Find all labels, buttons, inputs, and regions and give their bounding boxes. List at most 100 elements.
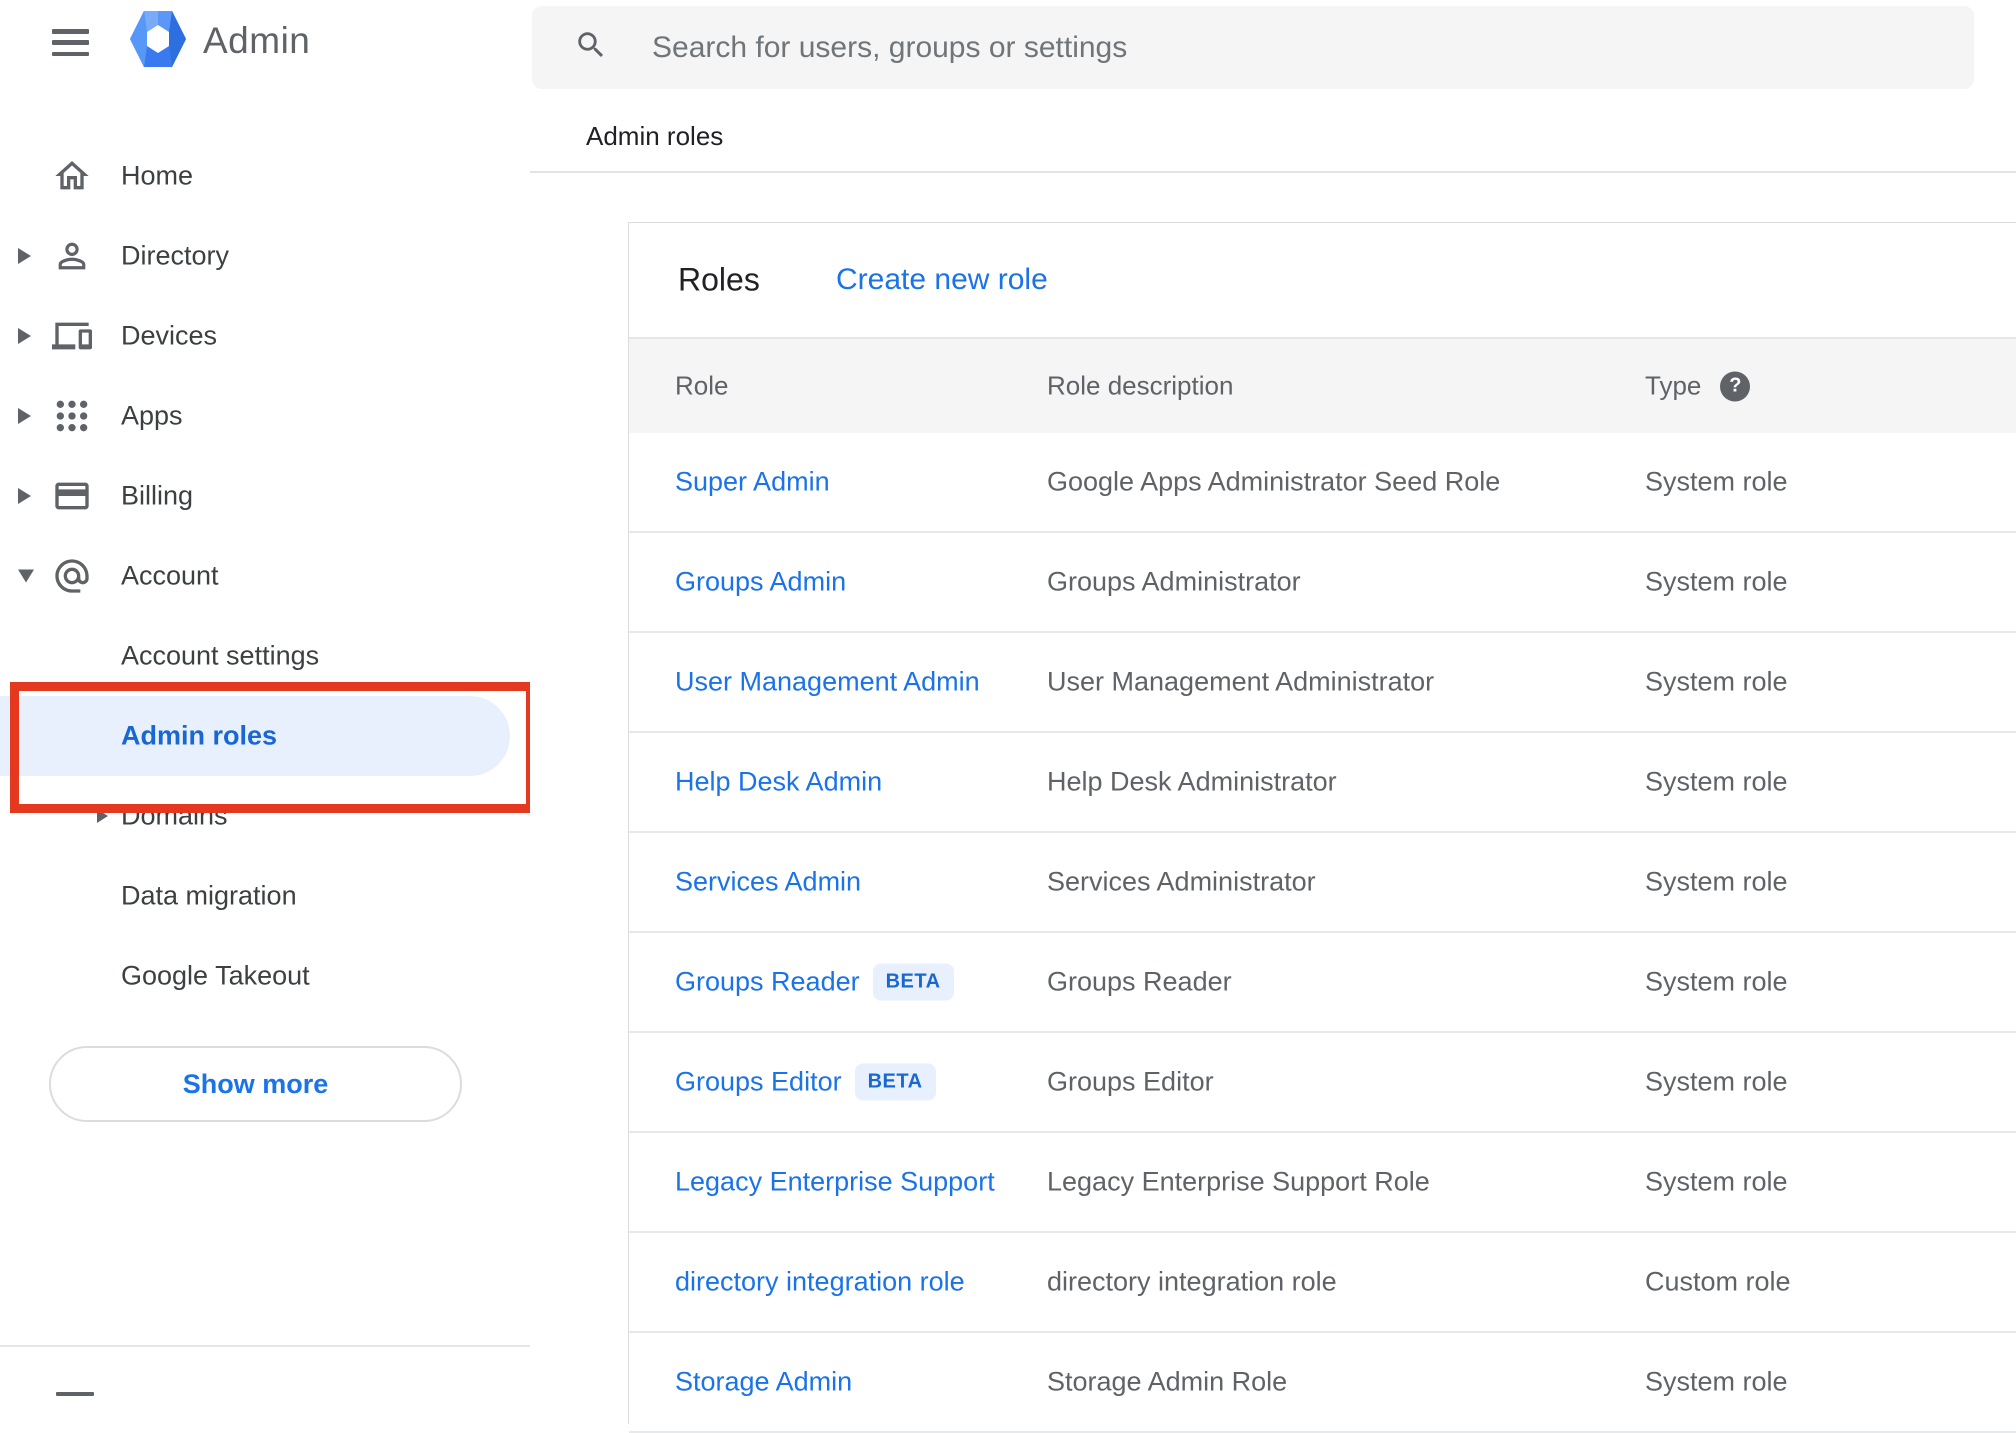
hamburger-menu-icon[interactable] [52,29,89,56]
role-link[interactable]: Groups Reader [675,967,860,998]
roles-card: Roles Create new role Role Role descript… [628,222,2016,1433]
expand-chevron[interactable] [97,809,108,823]
sidebar-item-label: Account settings [121,640,320,671]
beta-badge: BETA [872,963,954,1001]
sidebar-item-account-settings[interactable]: Account settings [0,616,510,696]
sidebar-item-label: Admin roles [121,720,278,751]
role-type: System role [1645,966,1788,997]
role-description: Groups Editor [1047,1066,1214,1097]
table-row: Storage Admin Storage Admin Role System … [629,1333,2016,1433]
role-description: User Management Administrator [1047,666,1435,697]
table-row: Groups Admin Groups Administrator System… [629,533,2016,633]
breadcrumb: Admin roles [586,121,724,151]
sidebar-item-directory[interactable]: Directory [0,216,530,296]
role-description: Groups Reader [1047,966,1232,997]
sidebar-item-apps[interactable]: Apps [0,376,530,456]
search-icon [574,28,608,67]
page-title: Roles [678,261,760,298]
table-row: Super Admin Google Apps Administrator Se… [629,433,2016,533]
role-description: Services Administrator [1047,866,1316,897]
home-icon [52,156,92,196]
table-row: directory integration role directory int… [629,1233,2016,1333]
sidebar-item-billing[interactable]: Billing [0,456,530,536]
table-row: Help Desk Admin Help Desk Administrator … [629,733,2016,833]
account-icon [52,556,92,596]
sidebar-item-label: Account [121,560,219,591]
role-description: Storage Admin Role [1047,1366,1288,1397]
table-row: Groups Reader BETA Groups Reader System … [629,933,2016,1033]
header-divider [530,171,2016,173]
expand-chevron[interactable] [18,569,34,583]
table-row: Services Admin Services Administrator Sy… [629,833,2016,933]
expand-chevron[interactable] [18,248,31,264]
partial-cropped-icon [56,1392,94,1396]
sidebar-item-data-migration[interactable]: Data migration [0,856,510,936]
role-link[interactable]: Help Desk Admin [675,767,882,798]
sidebar-item-account[interactable]: Account [0,536,530,616]
search-bar[interactable] [532,6,1974,89]
table-header-row: Role Role description Type ? [629,337,2016,433]
card-header: Roles Create new role [629,223,2016,337]
admin-logo-icon [130,9,186,74]
sidebar-nav: Home Directory Devices Apps Billing Acco… [0,136,530,1016]
sidebar-item-label: Domains [121,800,228,831]
sidebar-item-home[interactable]: Home [0,136,530,216]
role-link[interactable]: Groups Admin [675,567,846,598]
admin-logo: Admin [130,10,310,72]
role-type: System role [1645,666,1788,697]
beta-badge: BETA [854,1063,936,1101]
role-type: System role [1645,466,1788,497]
sidebar-item-label: Data migration [121,880,297,911]
sidebar-item-domains[interactable]: Domains [0,776,510,856]
table-row: Legacy Enterprise Support Legacy Enterpr… [629,1133,2016,1233]
expand-chevron[interactable] [18,408,31,424]
role-link[interactable]: Services Admin [675,867,861,898]
table-row: User Management Admin User Management Ad… [629,633,2016,733]
table-row: Groups Editor BETA Groups Editor System … [629,1033,2016,1133]
role-type: System role [1645,1366,1788,1397]
role-type: System role [1645,766,1788,797]
search-input[interactable] [650,29,1974,66]
create-new-role-link[interactable]: Create new role [836,263,1048,297]
table-body: Super Admin Google Apps Administrator Se… [629,433,2016,1433]
sidebar-item-google-takeout[interactable]: Google Takeout [0,936,510,1016]
main-content: Admin roles Roles Create new role Role R… [530,0,2016,1433]
role-link[interactable]: Groups Editor [675,1067,842,1098]
help-icon[interactable]: ? [1720,371,1751,401]
sidebar-item-devices[interactable]: Devices [0,296,530,376]
show-more-button[interactable]: Show more [49,1046,462,1122]
sidebar-item-label: Apps [121,400,183,431]
sidebar-item-label: Google Takeout [121,960,310,991]
admin-logo-text: Admin [203,20,311,61]
role-description: Google Apps Administrator Seed Role [1047,466,1501,497]
expand-chevron[interactable] [18,488,31,504]
role-type: System role [1645,866,1788,897]
role-description: Groups Administrator [1047,566,1301,597]
sidebar: Admin Home Directory Devices Apps Billin… [0,0,535,1396]
column-header-type: Type ? [1645,371,1751,402]
apps-icon [52,396,92,436]
role-type: System role [1645,1166,1788,1197]
role-description: Legacy Enterprise Support Role [1047,1166,1430,1197]
devices-icon [52,316,92,356]
sidebar-divider [0,1345,530,1347]
expand-chevron[interactable] [18,328,31,344]
role-description: directory integration role [1047,1266,1337,1297]
role-type: System role [1645,566,1788,597]
sidebar-item-label: Devices [121,320,218,351]
billing-icon [52,476,92,516]
role-link[interactable]: Super Admin [675,467,830,498]
role-link[interactable]: Storage Admin [675,1367,852,1398]
sidebar-item-label: Home [121,160,194,191]
role-link[interactable]: User Management Admin [675,667,980,698]
person-icon [52,236,92,276]
sidebar-item-admin-roles[interactable]: Admin roles [0,696,510,776]
role-description: Help Desk Administrator [1047,766,1337,797]
role-type: System role [1645,1066,1788,1097]
sidebar-item-label: Billing [121,480,194,511]
role-link[interactable]: directory integration role [675,1267,965,1298]
sidebar-item-label: Directory [121,240,230,271]
role-link[interactable]: Legacy Enterprise Support [675,1167,995,1198]
column-header-role: Role [675,370,729,401]
column-header-role-description: Role description [1047,370,1234,401]
